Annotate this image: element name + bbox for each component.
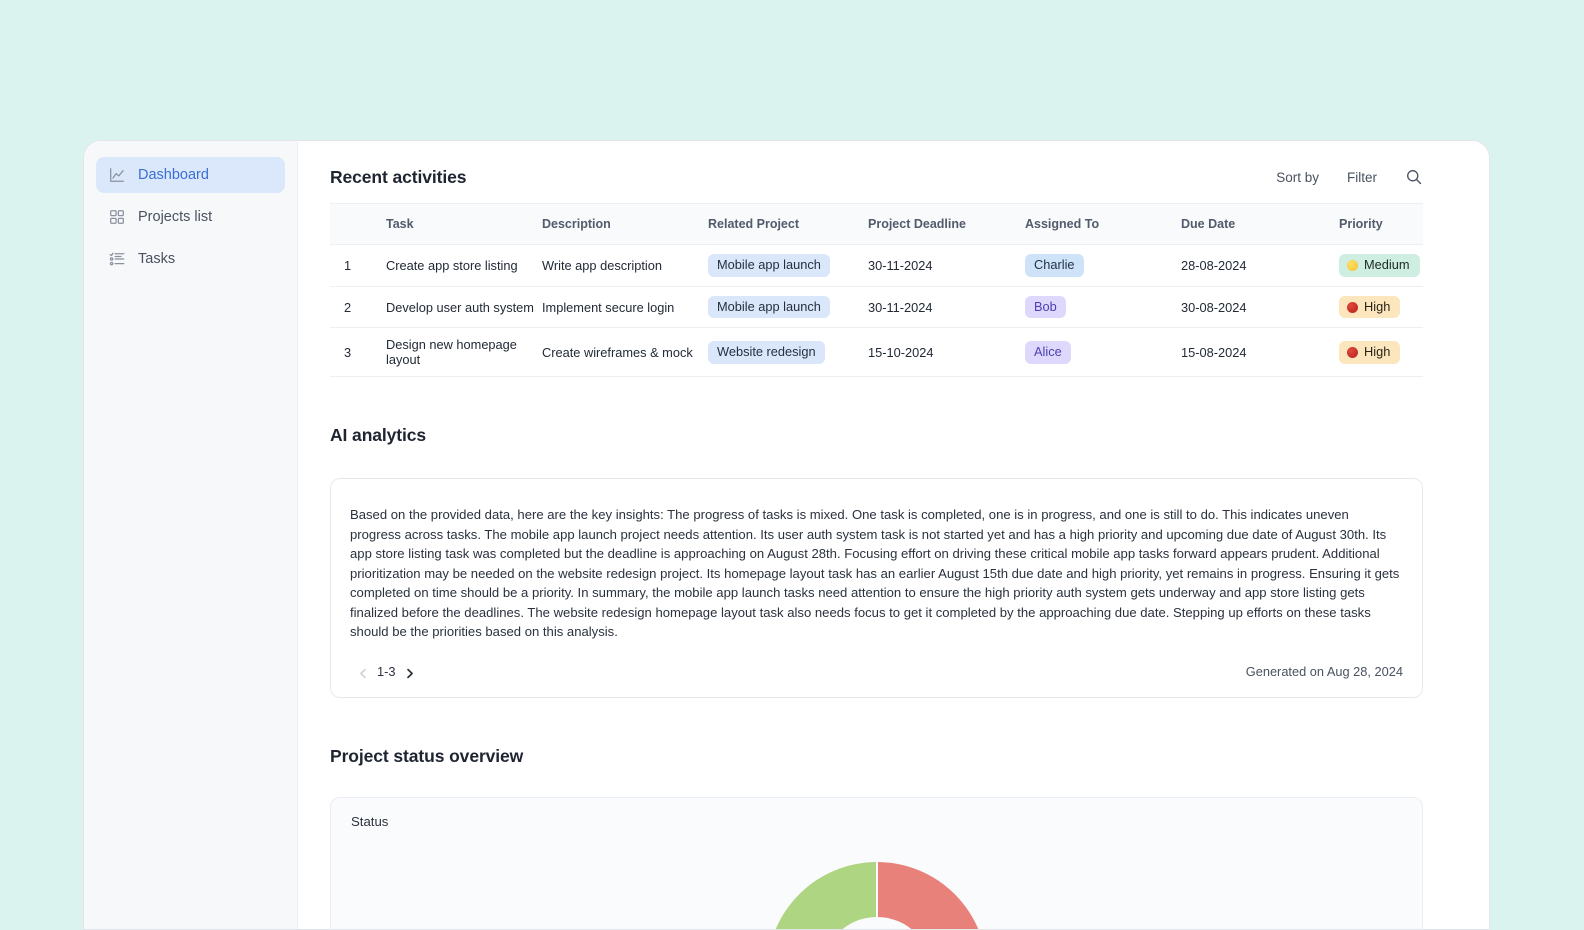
- column-header-priority[interactable]: Priority: [1339, 203, 1423, 245]
- column-header-index[interactable]: [330, 203, 386, 245]
- project-badge[interactable]: Mobile app launch: [708, 295, 830, 319]
- cell-index: 2: [330, 286, 386, 329]
- grid-icon: [108, 208, 126, 226]
- checklist-icon: [108, 250, 126, 268]
- cell-index: 3: [330, 327, 386, 378]
- cell-assigned-to: Bob: [1025, 286, 1181, 329]
- priority-label: High: [1364, 344, 1391, 360]
- page-title: Recent activities: [330, 166, 467, 187]
- search-icon[interactable]: [1405, 168, 1423, 186]
- cell-task: Develop user auth system: [386, 286, 542, 329]
- column-header-project-deadline[interactable]: Project Deadline: [868, 203, 1025, 245]
- cell-due-date: 28-08-2024: [1181, 244, 1339, 287]
- assignee-badge[interactable]: Bob: [1025, 295, 1066, 319]
- cell-assigned-to: Charlie: [1025, 244, 1181, 287]
- line-chart-icon: [108, 166, 126, 184]
- table-row[interactable]: 1 Create app store listing Write app des…: [330, 244, 1423, 287]
- status-badge[interactable]: High: [1339, 295, 1401, 319]
- cell-project-deadline: 15-10-2024: [868, 327, 1025, 378]
- column-header-related-project[interactable]: Related Project: [708, 203, 868, 245]
- donut-slice-salmon[interactable]: [876, 861, 987, 929]
- assignee-badge[interactable]: Alice: [1025, 341, 1071, 364]
- project-badge[interactable]: Website redesign: [708, 341, 825, 364]
- table-header-row: Task Description Related Project Project…: [330, 203, 1423, 245]
- yellow-dot-icon: [1347, 259, 1358, 271]
- cell-description: Create wireframes & mock: [542, 327, 708, 378]
- cell-project-deadline: 30-11-2024: [868, 244, 1025, 287]
- donut-slice-green[interactable]: [767, 861, 877, 929]
- cell-priority: High: [1339, 327, 1423, 378]
- red-dot-icon: [1347, 346, 1358, 358]
- project-badge[interactable]: Mobile app launch: [708, 254, 830, 277]
- ai-analytics-body: Based on the provided data, here are the…: [350, 507, 1400, 640]
- status-card-label: Status: [351, 813, 389, 829]
- table-body: 1 Create app store listing Write app des…: [330, 244, 1423, 378]
- ai-analytics-card: Based on the provided data, here are the…: [330, 478, 1423, 698]
- recent-activities-table: Task Description Related Project Project…: [330, 203, 1423, 378]
- red-dot-icon: [1347, 301, 1358, 313]
- chevron-right-icon[interactable]: [404, 666, 415, 679]
- cell-assigned-to: Alice: [1025, 327, 1181, 378]
- sidebar-item-label: Projects list: [138, 208, 213, 225]
- filter-button[interactable]: Filter: [1347, 170, 1377, 185]
- cell-priority: High: [1339, 286, 1423, 329]
- ai-analytics-title: AI analytics: [330, 425, 427, 446]
- column-header-assigned-to[interactable]: Assigned To: [1025, 203, 1181, 245]
- status-donut-chart: (33%) (33%): [747, 842, 1007, 929]
- ai-analytics-footer: 1-3 Generated on Aug 28, 2024: [350, 664, 1403, 679]
- pagination: 1-3: [350, 664, 415, 679]
- table-header: Task Description Related Project Project…: [330, 203, 1423, 245]
- cell-related-project: Mobile app launch: [708, 244, 868, 287]
- table-row[interactable]: 3 Design new homepage layout Create wire…: [330, 327, 1423, 378]
- main-content: Recent activities Sort by Filter Task De…: [298, 141, 1489, 929]
- column-header-description[interactable]: Description: [542, 203, 708, 245]
- pagination-label: 1-3: [377, 663, 396, 679]
- cell-related-project: Website redesign: [708, 327, 868, 378]
- cell-priority: Medium: [1339, 244, 1423, 287]
- sidebar-item-label: Dashboard: [138, 166, 209, 183]
- priority-label: High: [1364, 298, 1391, 314]
- generated-on-label: Generated on Aug 28, 2024: [1245, 663, 1403, 679]
- column-header-task[interactable]: Task: [386, 203, 542, 245]
- assignee-badge[interactable]: Charlie: [1025, 254, 1084, 277]
- cell-index: 1: [330, 244, 386, 287]
- cell-description: Implement secure login: [542, 286, 708, 329]
- sidebar-item-dashboard[interactable]: Dashboard: [96, 157, 285, 193]
- sidebar-item-label: Tasks: [138, 250, 176, 267]
- priority-label: Medium: [1364, 257, 1410, 272]
- cell-due-date: 30-08-2024: [1181, 286, 1339, 329]
- cell-task: Design new homepage layout: [386, 327, 542, 378]
- table-row[interactable]: 2 Develop user auth system Implement sec…: [330, 286, 1423, 329]
- header-actions: Sort by Filter: [1276, 168, 1423, 186]
- sidebar-item-tasks[interactable]: Tasks: [96, 241, 285, 277]
- recent-activities-header: Recent activities Sort by Filter: [330, 141, 1423, 197]
- app-window: Dashboard Projects list Tasks Recent act…: [83, 140, 1490, 930]
- sidebar: Dashboard Projects list Tasks: [84, 141, 298, 929]
- sort-by-button[interactable]: Sort by: [1276, 170, 1319, 185]
- column-header-due-date[interactable]: Due Date: [1181, 203, 1339, 245]
- cell-description: Write app description: [542, 244, 708, 287]
- cell-due-date: 15-08-2024: [1181, 327, 1339, 378]
- sidebar-item-projects-list[interactable]: Projects list: [96, 199, 285, 235]
- cell-task: Create app store listing: [386, 244, 542, 287]
- status-badge[interactable]: High: [1339, 341, 1401, 364]
- project-status-title: Project status overview: [330, 745, 524, 766]
- cell-project-deadline: 30-11-2024: [868, 286, 1025, 329]
- status-chart-card: Status (33%) (33%): [330, 796, 1423, 929]
- donut-svg: (33%) (33%): [767, 861, 987, 929]
- cell-related-project: Mobile app launch: [708, 286, 868, 329]
- chevron-left-icon[interactable]: [358, 666, 369, 678]
- status-badge[interactable]: Medium: [1339, 254, 1420, 277]
